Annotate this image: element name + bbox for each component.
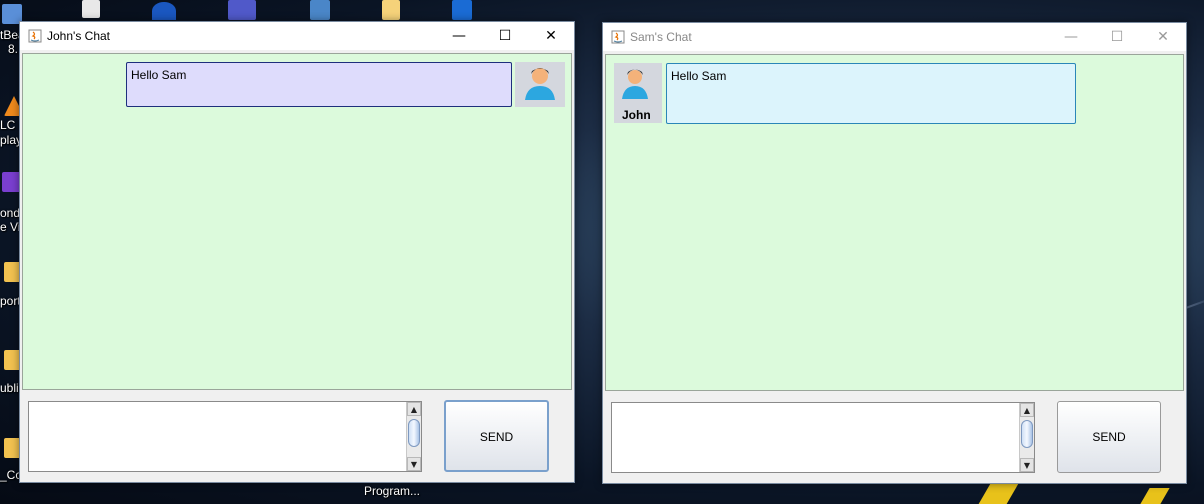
chat-messages-area[interactable]: Hello Sam (22, 53, 572, 390)
avatar (515, 62, 565, 107)
outlook-icon[interactable] (452, 0, 472, 20)
message-input[interactable]: ▲ ▼ (611, 402, 1035, 473)
window-content: Hello Sam ▲ ▼ SEND (20, 50, 574, 482)
java-icon (28, 29, 42, 43)
scroll-up-icon[interactable]: ▲ (407, 402, 421, 416)
send-button[interactable]: SEND (444, 400, 549, 472)
title-bar[interactable]: Sam's Chat — ☐ ✕ (603, 23, 1186, 51)
send-button[interactable]: SEND (1057, 401, 1161, 473)
app-icon[interactable] (82, 0, 100, 18)
teams-icon[interactable] (228, 0, 256, 20)
desktop-icon-label: Program... (364, 484, 421, 498)
received-message-bubble: Hello Sam (666, 63, 1076, 124)
sam-chat-window: Sam's Chat — ☐ ✕ John Hello Sam ▲ ▼ SEND (602, 22, 1187, 484)
app-icon[interactable] (310, 0, 330, 20)
desktop-icon-label: e Vi (0, 220, 21, 234)
title-bar[interactable]: John's Chat — ☐ ✕ (20, 22, 574, 50)
scroll-down-icon[interactable]: ▼ (407, 457, 421, 471)
sent-message-bubble: Hello Sam (126, 62, 512, 107)
minimize-button[interactable]: — (436, 22, 482, 50)
minimize-button[interactable]: — (1048, 23, 1094, 51)
user-avatar-icon (622, 69, 648, 99)
window-content: John Hello Sam ▲ ▼ SEND (603, 51, 1186, 483)
maximize-button[interactable]: ☐ (1094, 23, 1140, 51)
john-chat-window: John's Chat — ☐ ✕ Hello Sam ▲ ▼ SEND (19, 21, 575, 483)
chat-messages-area[interactable]: John Hello Sam (605, 54, 1184, 391)
maximize-button[interactable]: ☐ (482, 22, 528, 50)
avatar: John (614, 63, 662, 123)
input-scrollbar[interactable]: ▲ ▼ (1019, 403, 1034, 472)
java-icon (611, 30, 625, 44)
scroll-thumb[interactable] (408, 419, 420, 447)
desktop-icon-label: port (0, 294, 21, 308)
desktop-icon-label: 8. (8, 42, 19, 56)
file-icon[interactable] (382, 0, 400, 20)
scroll-thumb[interactable] (1021, 420, 1033, 448)
app-icon[interactable] (152, 2, 176, 20)
desktop-icon-label: ubli (0, 381, 19, 395)
user-avatar-icon (525, 68, 555, 100)
scroll-up-icon[interactable]: ▲ (1020, 403, 1034, 417)
close-button[interactable]: ✕ (1140, 23, 1186, 51)
message-input[interactable]: ▲ ▼ (28, 401, 422, 472)
window-title: John's Chat (47, 29, 110, 43)
input-scrollbar[interactable]: ▲ ▼ (406, 402, 421, 471)
scroll-down-icon[interactable]: ▼ (1020, 458, 1034, 472)
sender-name: John (622, 108, 651, 122)
close-button[interactable]: ✕ (528, 22, 574, 50)
window-title: Sam's Chat (630, 30, 692, 44)
